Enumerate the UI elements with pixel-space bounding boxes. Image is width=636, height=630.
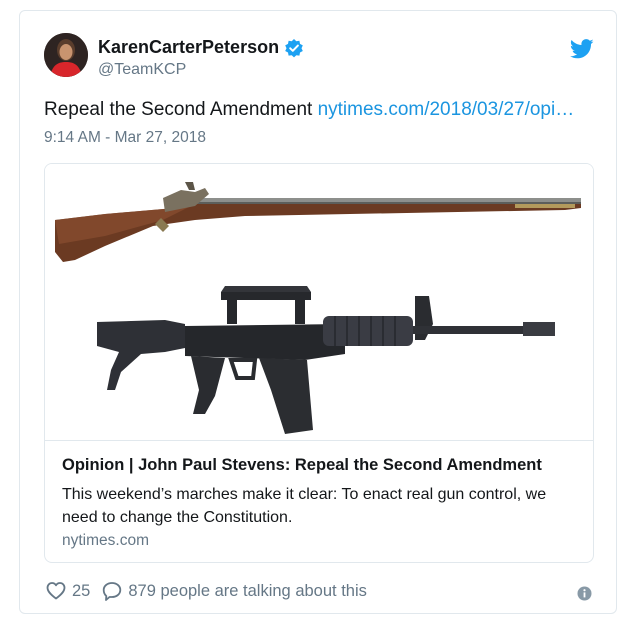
tweet-text: Repeal the Second Amendment nytimes.com/… — [44, 99, 574, 121]
author-display-name[interactable]: KarenCarterPeterson — [98, 37, 279, 58]
rifles-image — [55, 182, 581, 434]
avatar-image — [44, 33, 88, 77]
card-image[interactable] — [45, 164, 593, 441]
card-title[interactable]: Opinion | John Paul Stevens: Repeal the … — [62, 456, 542, 475]
card-description: This weekend’s marches make it clear: To… — [62, 486, 547, 526]
tweet-link[interactable]: nytimes.com/2018/03/27/opi… — [318, 99, 575, 120]
heart-icon[interactable] — [46, 581, 66, 601]
info-icon[interactable] — [577, 586, 592, 601]
twitter-bird-icon[interactable] — [569, 39, 594, 59]
author-handle[interactable]: @TeamKCP — [98, 61, 186, 79]
tweet-card: KarenCarterPeterson @TeamKCP Repeal the … — [19, 10, 617, 614]
musket-illustration — [55, 182, 581, 262]
link-preview-card[interactable]: Opinion | John Paul Stevens: Repeal the … — [44, 163, 594, 563]
conversation-text[interactable]: 879 people are talking about this — [128, 582, 367, 601]
like-count[interactable]: 25 — [72, 582, 90, 601]
tweet-actions: 25 879 people are talking about this — [46, 581, 367, 601]
tweet-timestamp[interactable]: 9:14 AM - Mar 27, 2018 — [44, 129, 206, 147]
card-domain: nytimes.com — [62, 532, 149, 549]
speech-bubble-icon[interactable] — [102, 581, 122, 601]
ar15-illustration — [97, 286, 555, 434]
verified-badge-icon — [284, 38, 304, 58]
avatar[interactable] — [44, 33, 88, 77]
tweet-body: Repeal the Second Amendment — [44, 99, 318, 120]
